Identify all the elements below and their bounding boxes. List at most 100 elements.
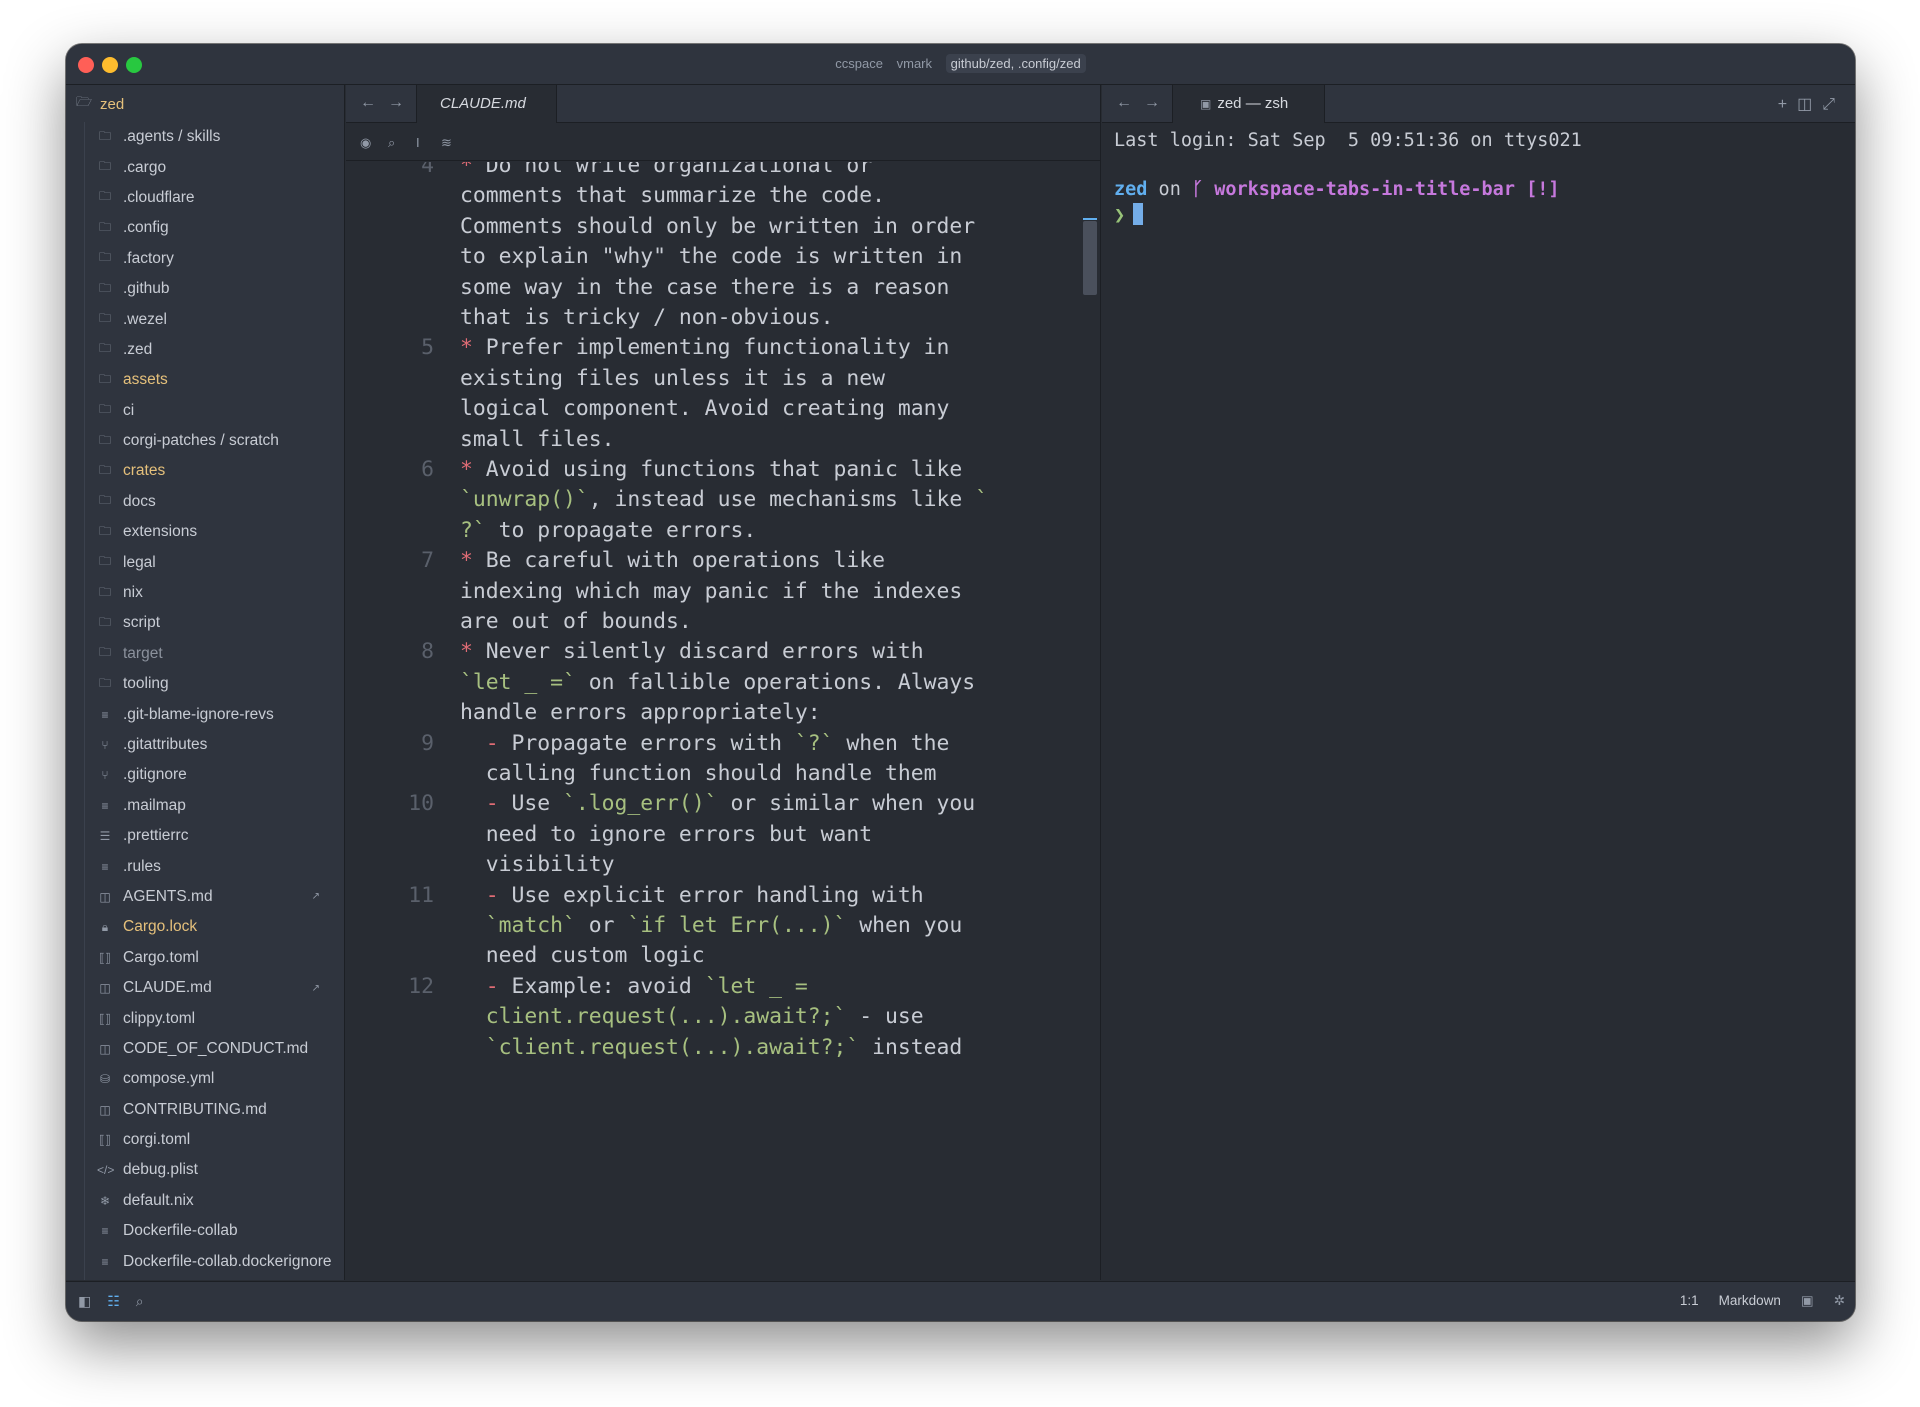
tree-item-agents-skills[interactable]: 🗀 .agents / skills	[66, 122, 344, 152]
tree-item-label: .cargo	[123, 158, 167, 176]
title-crumb-vmark[interactable]: vmark	[897, 56, 932, 71]
text-cursor-icon[interactable]: I	[416, 135, 420, 150]
project-root[interactable]: 🗁 zed	[76, 92, 124, 116]
code-line: `client.request(...).await?;` instead	[346, 1035, 1100, 1072]
status-bar-left: ◧ ☷ ⌕	[78, 1293, 160, 1310]
tree-item-target[interactable]: 🗀 target	[66, 639, 344, 669]
text-run: small files.	[460, 426, 615, 452]
tree-item-label: clippy.toml	[123, 1009, 196, 1027]
tree-item-agents-md[interactable]: ◫ AGENTS.md ↗	[66, 882, 344, 912]
tree-item-label: CODE_OF_CONDUCT.md	[123, 1039, 309, 1057]
line-text: ?` to propagate errors.	[460, 518, 756, 543]
line-text: * Never silently discard errors with	[460, 639, 924, 664]
line-text: - Example: avoid `let _ =	[460, 974, 808, 999]
text-run: or	[575, 913, 628, 938]
folder-icon: 🗀	[98, 584, 111, 599]
terminal-panel-icon[interactable]: ▣	[1801, 1293, 1814, 1308]
tree-item-label: .rules	[123, 857, 161, 875]
tree-item-mailmap[interactable]: ≡ .mailmap	[66, 791, 344, 821]
tree-item-label: .config	[123, 219, 169, 237]
folder-icon: 🗀	[98, 645, 111, 660]
tree-item-prettierrc[interactable]: ☰ .prettierrc	[66, 821, 344, 851]
tree-item-cargo[interactable]: 🗀 .cargo	[66, 152, 344, 182]
project-panel-icon[interactable]: ☷	[107, 1293, 120, 1309]
line-text: * Be careful with operations like	[460, 548, 885, 573]
tree-item-docs[interactable]: 🗀 docs	[66, 487, 344, 517]
tree-item-gitattributes[interactable]: ⑂ .gitattributes	[66, 730, 344, 760]
forward-arrow-icon[interactable]: →	[1144, 94, 1172, 111]
tree-item-zed[interactable]: 🗀 .zed	[66, 335, 344, 365]
tree-item-legal[interactable]: 🗀 legal	[66, 547, 344, 577]
tree-item-corgi-patches-scratch[interactable]: 🗀 corgi-patches / scratch	[66, 426, 344, 456]
tree-item-cargo-lock[interactable]: 🔒︎ Cargo.lock	[66, 912, 344, 942]
tree-item-ci[interactable]: 🗀 ci	[66, 396, 344, 426]
settings-sliders-icon[interactable]: ≋	[441, 135, 452, 151]
tree-item-extensions[interactable]: 🗀 extensions	[66, 517, 344, 547]
folder-icon: 🗀	[98, 523, 111, 538]
tree-item-tooling[interactable]: 🗀 tooling	[66, 669, 344, 699]
forward-arrow-icon[interactable]: →	[388, 94, 416, 111]
maximize-pane-icon[interactable]: ⤢	[1822, 96, 1845, 113]
line-text: calling function should handle them	[460, 761, 937, 786]
tree-item-nix[interactable]: 🗀 nix	[66, 578, 344, 608]
editor-scrollbar-thumb[interactable]	[1083, 221, 1097, 295]
debug-bug-icon[interactable]: ✲	[1834, 1293, 1845, 1308]
tree-item-dockerfile-collab[interactable]: ≡ Dockerfile-collab	[66, 1216, 344, 1246]
tree-item-git-blame-ignore-revs[interactable]: ≡ .git-blame-ignore-revs	[66, 699, 344, 729]
prompt-chevron-icon: ❯	[1114, 205, 1126, 226]
terminal-input-line[interactable]: ❯	[1114, 203, 1144, 226]
tree-item-github[interactable]: 🗀 .github	[66, 274, 344, 304]
tab-terminal-zsh[interactable]: ▣ zed — zsh	[1172, 85, 1325, 123]
terminal-prompt-line: zed on ᚴ workspace-tabs-in-title-bar [!]	[1114, 179, 1560, 200]
tree-item-gitignore[interactable]: ⑂ .gitignore	[66, 760, 344, 790]
back-arrow-icon[interactable]: ←	[1116, 94, 1144, 111]
tree-item-claude-md[interactable]: ◫ CLAUDE.md ↗	[66, 973, 344, 1003]
tree-item-config[interactable]: 🗀 .config	[66, 213, 344, 243]
terminal-last-login: Last login: Sat Sep 5 09:51:36 on ttys02…	[1114, 130, 1582, 151]
tree-item-clippy-toml[interactable]: ⟦⟧ clippy.toml	[66, 1003, 344, 1033]
zed-window: ccspace vmark github/zed, .config/zed 🗁 …	[66, 44, 1855, 1321]
tree-item-assets[interactable]: 🗀 assets	[66, 365, 344, 395]
tree-item-contributing-md[interactable]: ◫ CONTRIBUTING.md	[66, 1095, 344, 1125]
tree-item-corgi-toml[interactable]: ⟦⟧ corgi.toml	[66, 1125, 344, 1155]
search-icon[interactable]: ⌕	[388, 135, 395, 151]
tree-item-debug-plist[interactable]: </> debug.plist	[66, 1155, 344, 1185]
text-run: to explain "why" the code is written in	[460, 244, 963, 270]
text-run: existing files unless it is a new	[460, 365, 885, 391]
tree-item-cloudflare[interactable]: 🗀 .cloudflare	[66, 183, 344, 213]
tree-item-code-of-conduct-md[interactable]: ◫ CODE_OF_CONDUCT.md	[66, 1034, 344, 1064]
line-text: * Avoid using functions that panic like	[460, 457, 962, 482]
text-run	[460, 1004, 486, 1029]
tree-item-label: crates	[123, 462, 166, 480]
tab-claude-md[interactable]: CLAUDE.md	[416, 85, 557, 123]
tree-item-script[interactable]: 🗀 script	[66, 608, 344, 638]
tree-item-factory[interactable]: 🗀 .factory	[66, 244, 344, 274]
tree-item-default-nix[interactable]: ❄ default.nix	[66, 1186, 344, 1216]
preview-eye-icon[interactable]: ◉	[360, 135, 371, 151]
back-arrow-icon[interactable]: ←	[360, 94, 388, 111]
tree-item-cargo-toml[interactable]: ⟦⟧ Cargo.toml	[66, 943, 344, 973]
title-crumb-active-project[interactable]: github/zed, .config/zed	[945, 54, 1086, 73]
title-crumb-ccspace[interactable]: ccspace	[835, 56, 883, 71]
folder-icon: 🗀	[98, 432, 111, 447]
new-terminal-plus-icon[interactable]: +	[1778, 96, 1797, 113]
list-bullet: *	[460, 162, 486, 178]
tree-item-crates[interactable]: 🗀 crates	[66, 456, 344, 486]
search-icon[interactable]: ⌕	[136, 1293, 144, 1309]
tree-item-rules[interactable]: ≡ .rules	[66, 851, 344, 881]
editor-text-area[interactable]: 4 * Do not write organizational or comment…	[346, 162, 1100, 1280]
lock-icon: 🔒︎	[101, 919, 109, 934]
line-number: 12	[408, 973, 434, 999]
cursor-position[interactable]: 1:1	[1680, 1293, 1699, 1308]
text-run: when you	[846, 913, 963, 938]
text-run: indexing which may panic if the indexes	[460, 578, 963, 604]
toggle-left-dock-icon[interactable]: ◧	[78, 1293, 91, 1309]
tree-item-compose-yml[interactable]: ⛁ compose.yml	[66, 1064, 344, 1094]
tree-item-dockerfile-collab-dockerignore[interactable]: ≡ Dockerfile-collab.dockerignore	[66, 1246, 344, 1276]
text-run: Be careful with operations like	[485, 548, 885, 574]
tree-item-wezel[interactable]: 🗀 .wezel	[66, 304, 344, 334]
line-text: `let _ =` on fallible operations. Always	[460, 670, 975, 695]
split-pane-icon[interactable]: ◫	[1797, 96, 1822, 113]
language-selector[interactable]: Markdown	[1719, 1293, 1781, 1308]
text-run: when the	[833, 730, 950, 756]
